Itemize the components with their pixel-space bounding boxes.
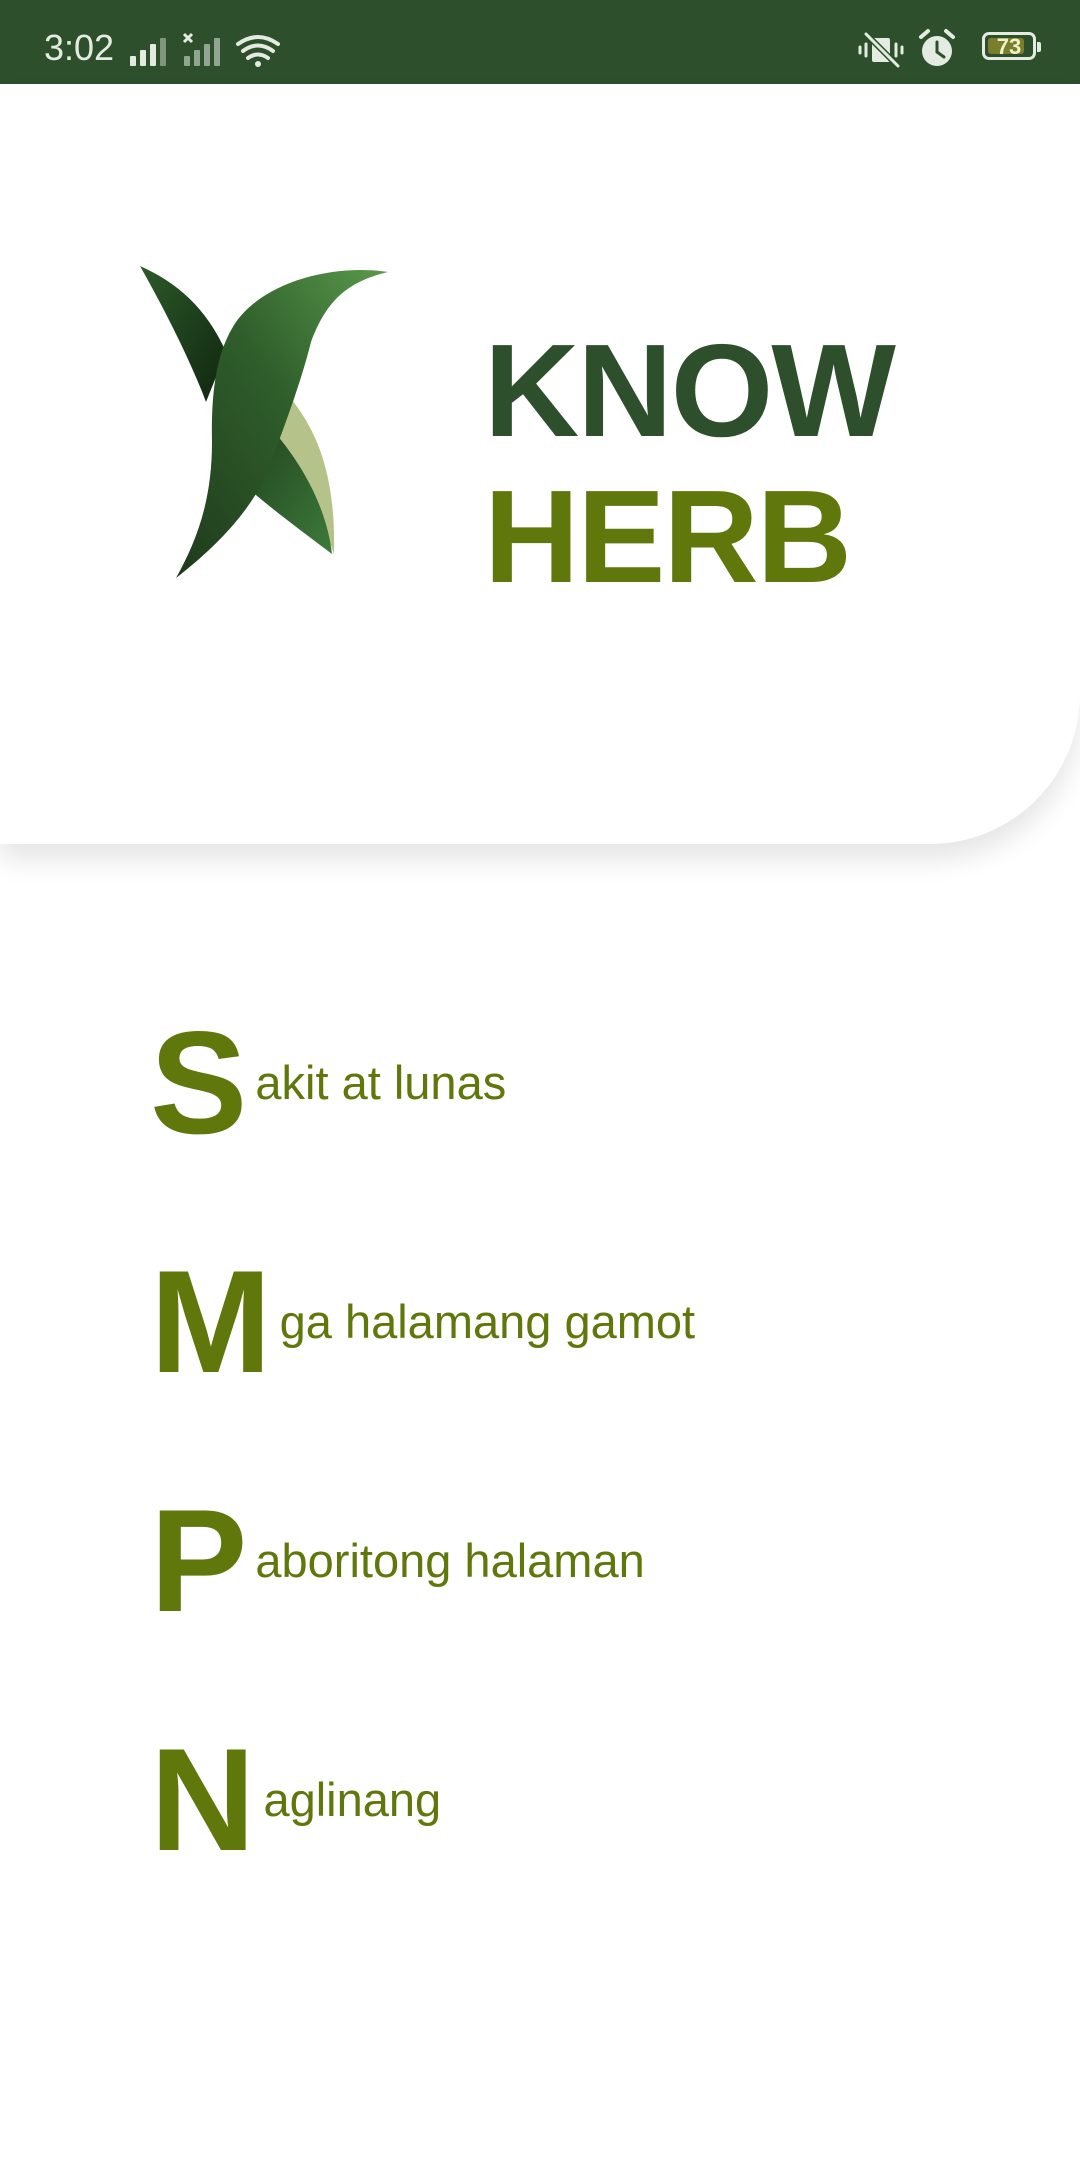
title-know: KNOW [484, 317, 896, 464]
status-right-icons: 73 [856, 29, 1041, 70]
menu-item-paborito[interactable]: P aboritong halaman [150, 1486, 645, 1636]
wifi-icon [236, 35, 280, 67]
menu-item-label: aboritong halaman [255, 1534, 645, 1587]
menu-item-sakit[interactable]: S akit at lunas [150, 1008, 506, 1158]
battery-level: 73 [996, 34, 1022, 59]
menu-item-paglinang[interactable]: N aglinang [150, 1725, 441, 1875]
app-title: KNOW HERB [484, 317, 896, 610]
leaf-logo-icon [140, 266, 388, 578]
status-bar: 3:02 73 [0, 0, 1080, 84]
signal-icon [130, 38, 166, 66]
menu-item-initial: S [150, 1001, 248, 1164]
battery-tip [1037, 42, 1041, 52]
alarm-icon [919, 29, 955, 66]
no-signal-x-icon [182, 32, 194, 44]
no-signal-icon [184, 38, 220, 66]
menu-item-label: aglinang [263, 1773, 442, 1826]
menu-item-initial: P [150, 1479, 248, 1642]
menu-item-label: akit at lunas [255, 1056, 507, 1109]
title-herb: HERB [484, 463, 852, 610]
menu-item-initial: M [150, 1240, 272, 1403]
menu-item-halamang-gamot[interactable]: M ga halamang gamot [150, 1247, 695, 1397]
vibrate-off-icon [858, 31, 904, 69]
status-left-icons [130, 32, 280, 67]
status-time: 3:02 [44, 27, 115, 68]
menu-item-label: ga halamang gamot [279, 1295, 696, 1348]
battery-icon: 73 [982, 32, 1041, 60]
menu-item-initial: N [150, 1718, 256, 1881]
